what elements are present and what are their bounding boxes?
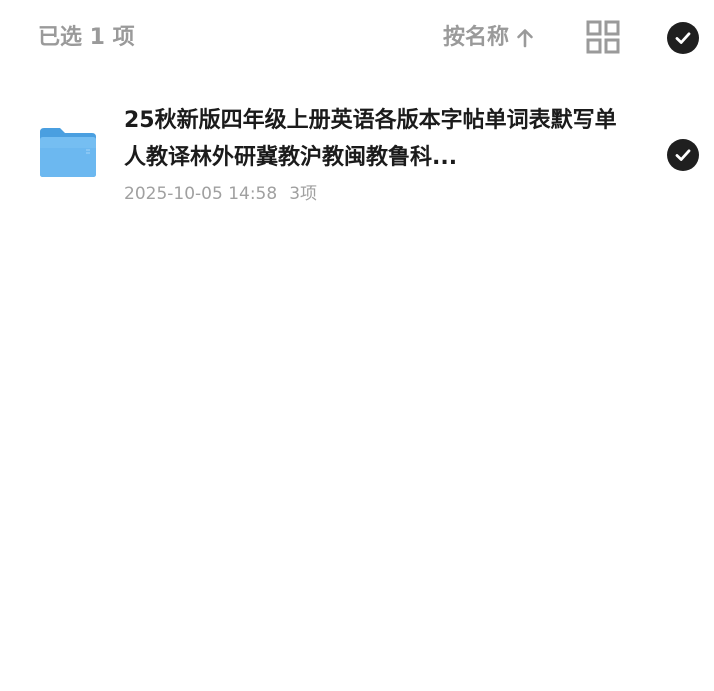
check-circle-icon (675, 32, 691, 44)
file-row[interactable]: 25秋新版四年级上册英语各版本字帖单词表默写单人教译林外研冀教沪教闽教鲁科...… (0, 96, 714, 216)
grid-view-icon (586, 20, 620, 54)
file-item-count: 3项 (289, 184, 318, 204)
arrow-up-icon (515, 28, 535, 48)
file-meta: 2025-10-05 14:58 3项 (124, 182, 317, 206)
file-name: 25秋新版四年级上册英语各版本字帖单词表默写单人教译林外研冀教沪教闽教鲁科... (124, 108, 617, 170)
file-date: 2025-10-05 14:58 (124, 184, 278, 204)
sort-by-name-button[interactable]: 按名称 (443, 22, 535, 54)
check-circle-icon (675, 149, 691, 161)
folder-icon (38, 126, 98, 178)
selection-toolbar: 已选 1 项 按名称 (0, 0, 714, 76)
sort-label: 按名称 (443, 25, 510, 50)
grid-view-button[interactable] (586, 20, 620, 54)
selected-count: 已选 1 项 (38, 25, 135, 50)
select-all-button[interactable] (667, 22, 699, 54)
file-select-checkbox[interactable] (667, 139, 699, 171)
